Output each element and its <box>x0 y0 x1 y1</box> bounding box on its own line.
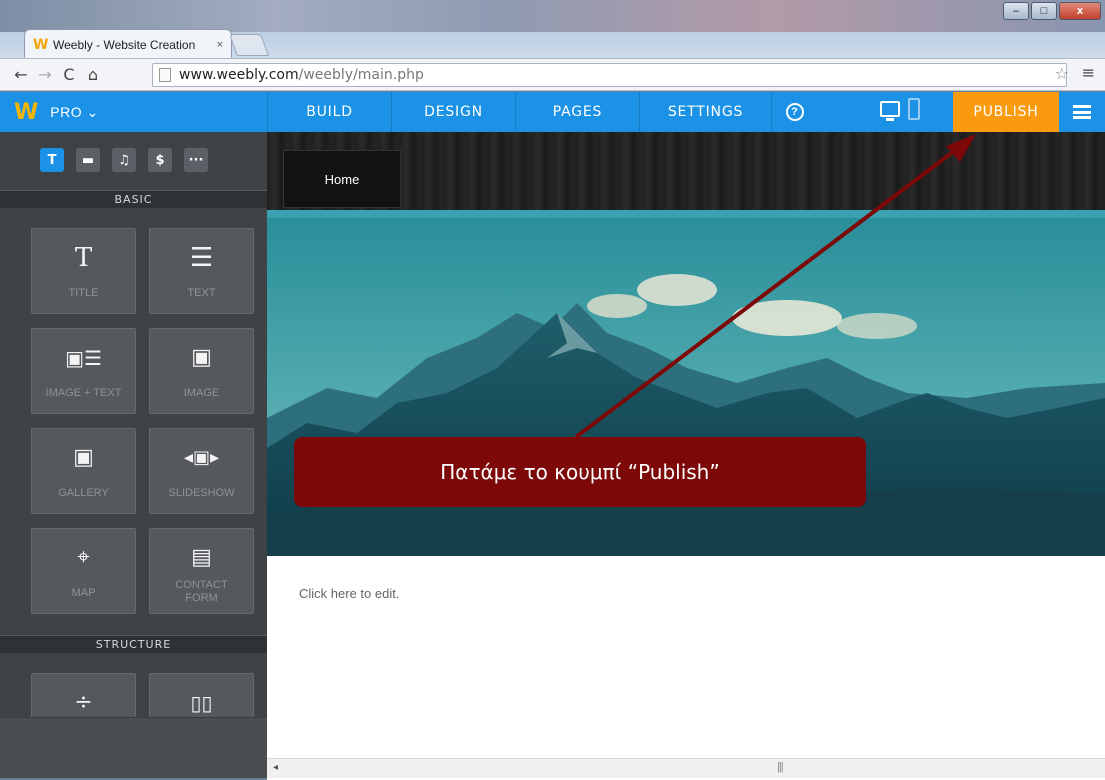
tile-slideshow[interactable]: ◂▣▸ SLIDESHOW <box>149 428 254 514</box>
weebly-favicon-icon: W <box>33 36 49 53</box>
tile-label: IMAGE + TEXT <box>45 387 122 399</box>
tab-design[interactable]: DESIGN <box>391 92 515 132</box>
url-domain: www.weebly.com <box>179 67 299 83</box>
tile-label: GALLERY <box>58 487 109 499</box>
section-basic: BASIC <box>0 190 267 208</box>
editor-nav: BUILD DESIGN PAGES SETTINGS <box>267 92 771 132</box>
weebly-logo-icon[interactable]: W <box>14 100 38 125</box>
page-icon <box>159 68 171 82</box>
browser-menu-icon[interactable]: ≡ <box>1082 63 1095 82</box>
window-controls: – □ x <box>1003 2 1101 20</box>
reload-icon[interactable]: C <box>58 65 80 84</box>
tile-label: TITLE <box>68 287 99 299</box>
maximize-button[interactable]: □ <box>1031 2 1057 20</box>
url-path: /weebly/main.php <box>298 67 424 83</box>
tile-title[interactable]: T TITLE <box>31 228 136 314</box>
tab-build[interactable]: BUILD <box>267 92 391 132</box>
media-category-tab[interactable]: ♫ <box>112 148 136 172</box>
slideshow-icon: ◂▣▸ <box>183 447 220 468</box>
weebly-header: W PRO ⌄ BUILD DESIGN PAGES SETTINGS ? PU… <box>0 92 1105 132</box>
back-arrow-icon[interactable]: ← <box>10 65 32 84</box>
device-switcher <box>880 98 920 121</box>
browser-chrome: W Weebly - Website Creation × – □ x <box>0 0 1105 62</box>
tile-label: CONTACT FORM <box>175 579 228 604</box>
help-icon: ? <box>785 103 804 121</box>
form-icon: ▤ <box>191 545 212 570</box>
header-left: W PRO ⌄ <box>0 92 267 132</box>
plan-dropdown[interactable]: PRO ⌄ <box>50 104 98 121</box>
home-icon[interactable]: ⌂ <box>82 65 104 84</box>
close-window-button[interactable]: x <box>1059 2 1101 20</box>
commerce-category-tab[interactable]: $ <box>148 148 172 172</box>
tile-image-text[interactable]: ▣☰ IMAGE + TEXT <box>31 328 136 414</box>
tab-pages[interactable]: PAGES <box>515 92 639 132</box>
tab-close-icon[interactable]: × <box>217 39 223 51</box>
new-tab-button[interactable] <box>228 34 270 56</box>
tile-label: MAP <box>71 587 96 599</box>
site-navigation: Home <box>267 132 1105 210</box>
header-accent-bar <box>267 210 1105 218</box>
bookmark-star-icon[interactable]: ☆ <box>1055 64 1069 83</box>
tile-contact-form[interactable]: ▤ CONTACT FORM <box>149 528 254 614</box>
tile-label: SLIDESHOW <box>168 487 235 499</box>
browser-tab[interactable]: W Weebly - Website Creation × <box>24 29 232 59</box>
instruction-callout: Πατάμε το κουμπί “Publish” <box>294 437 866 507</box>
site-nav-home[interactable]: Home <box>283 150 401 208</box>
forward-arrow-icon[interactable]: → <box>34 65 56 84</box>
scroll-left-icon[interactable]: ◂ <box>273 762 278 773</box>
help-button[interactable]: ? <box>771 92 817 132</box>
address-bar[interactable]: www.weebly.com/weebly/main.php <box>152 63 1067 87</box>
main-menu-button[interactable] <box>1059 92 1105 132</box>
scroll-grip-icon[interactable]: ||| <box>777 761 784 773</box>
tile-text[interactable]: ☰ TEXT <box>149 228 254 314</box>
text-category-tab[interactable]: T <box>40 148 64 172</box>
hamburger-icon <box>1073 105 1091 119</box>
tile-gallery[interactable]: ▣ GALLERY <box>31 428 136 514</box>
browser-toolbar: ← → C ⌂ www.weebly.com/weebly/main.php ☆… <box>0 58 1105 91</box>
publish-button[interactable]: PUBLISH <box>953 92 1059 132</box>
horizontal-scrollbar[interactable]: ◂ ||| <box>267 758 1105 778</box>
tab-settings[interactable]: SETTINGS <box>639 92 771 132</box>
content-placeholder-text[interactable]: Click here to edit. <box>299 586 399 601</box>
tab-title: Weebly - Website Creation <box>53 37 196 52</box>
tile-map[interactable]: ⌖ MAP <box>31 528 136 614</box>
element-category-tabs: T ▬ ♫ $ ··· <box>0 132 267 188</box>
minimize-button[interactable]: – <box>1003 2 1029 20</box>
section-structure: STRUCTURE <box>0 635 267 653</box>
tile-image[interactable]: ▣ IMAGE <box>149 328 254 414</box>
more-category-tab[interactable]: ··· <box>184 148 208 172</box>
image-text-icon: ▣☰ <box>65 346 102 370</box>
sidebar-footer <box>0 717 267 778</box>
elements-sidebar: T ▬ ♫ $ ··· BASIC T TITLE ☰ TEXT ▣☰ IMAG… <box>0 132 267 778</box>
mobile-view-icon[interactable] <box>908 98 920 120</box>
tile-label: TEXT <box>187 287 216 299</box>
divider-icon: ÷ <box>74 690 93 715</box>
desktop-view-icon[interactable] <box>880 101 900 121</box>
image-icon: ▣ <box>191 345 212 370</box>
tile-label: IMAGE <box>183 387 220 399</box>
title-icon: T <box>74 243 93 273</box>
gallery-icon: ▣ <box>73 445 94 470</box>
tab-strip <box>0 0 1105 32</box>
text-lines-icon: ☰ <box>189 243 214 273</box>
columns-icon: ▯▯ <box>190 691 213 715</box>
map-pin-icon: ⌖ <box>77 545 90 570</box>
layout-category-tab[interactable]: ▬ <box>76 148 100 172</box>
